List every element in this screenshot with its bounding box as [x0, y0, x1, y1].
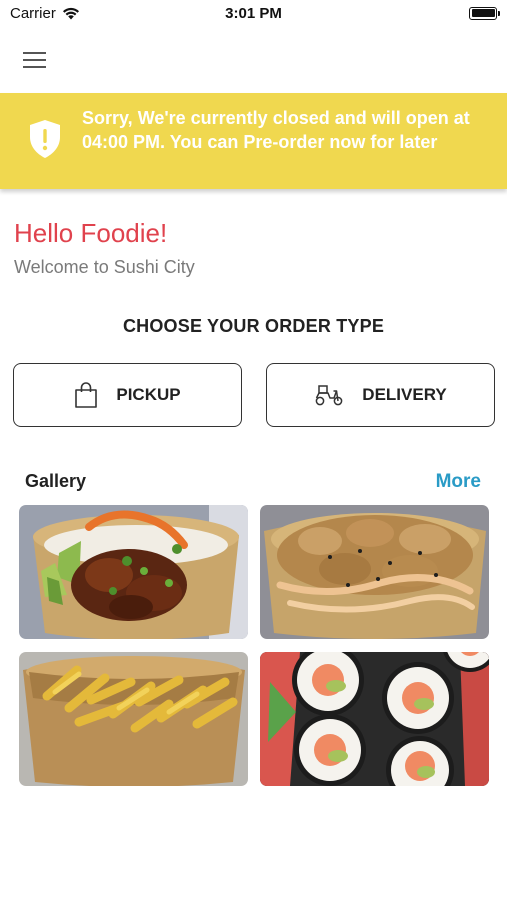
status-left: Carrier [10, 5, 80, 22]
gallery-more-link[interactable]: More [436, 471, 481, 493]
delivery-label: DELIVERY [362, 385, 447, 404]
gallery-title: Gallery [25, 471, 87, 491]
pickup-label: PICKUP [116, 385, 181, 404]
hamburger-menu-icon[interactable] [20, 48, 50, 70]
shopping-bag-icon [75, 382, 98, 408]
fries-photo[interactable] [19, 652, 248, 786]
pickup-button[interactable]: PICKUP [13, 363, 242, 427]
teriyaki-chicken-bowl-photo[interactable] [19, 505, 248, 639]
delivery-button[interactable]: DELIVERY [266, 363, 495, 427]
shield-alert-icon [30, 120, 60, 158]
scooter-icon [315, 385, 343, 406]
greeting-title: Hello Foodie! [14, 218, 168, 248]
closed-notice-banner: Sorry, We're currently closed and will o… [0, 93, 507, 189]
banner-message: Sorry, We're currently closed and will o… [82, 108, 470, 152]
order-type-heading: CHOOSE YOUR ORDER TYPE [122, 316, 385, 336]
sushi-rolls-photo[interactable] [260, 652, 489, 786]
fried-chicken-bowl-photo[interactable] [260, 505, 489, 639]
welcome-subtitle: Welcome to Sushi City [14, 257, 195, 277]
top-bar [0, 26, 507, 92]
wifi-icon [62, 7, 79, 19]
carrier-label: Carrier [10, 4, 56, 22]
battery-icon [469, 6, 500, 20]
status-bar: Carrier 3:01 PM [0, 0, 507, 26]
